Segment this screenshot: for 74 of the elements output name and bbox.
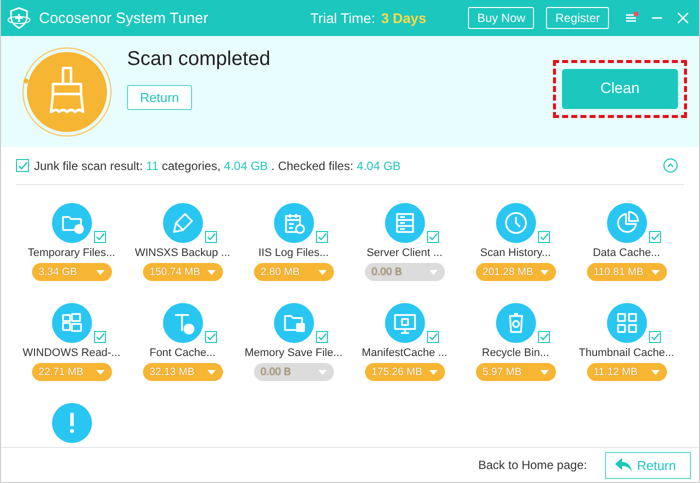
shield-icon bbox=[7, 6, 31, 30]
pie-chart-icon bbox=[606, 203, 646, 243]
category-name: Memory Save File... bbox=[244, 347, 342, 359]
title-button[interactable]: Register bbox=[546, 7, 609, 29]
alert-icon bbox=[52, 403, 92, 443]
category-name: Server Client ... bbox=[366, 247, 442, 259]
caret-icon bbox=[206, 270, 216, 274]
monitor-icon bbox=[384, 303, 424, 343]
category-name: WINDOWS Read-... bbox=[22, 347, 120, 359]
size-dropdown[interactable]: 150.74 MB bbox=[142, 263, 222, 281]
size-dropdown[interactable]: 3.34 GB bbox=[32, 263, 112, 281]
size-dropdown[interactable]: 2.80 MB bbox=[254, 263, 334, 281]
checkbox[interactable] bbox=[94, 231, 106, 243]
size-dropdown[interactable]: 5.97 MB bbox=[476, 363, 556, 381]
caret-icon bbox=[540, 270, 548, 274]
caret-icon bbox=[318, 370, 326, 374]
clean-button[interactable]: Clean bbox=[562, 68, 678, 108]
checkbox[interactable] bbox=[316, 231, 328, 243]
checkbox[interactable] bbox=[204, 331, 216, 343]
checkbox[interactable] bbox=[538, 331, 550, 343]
return-button[interactable]: Return bbox=[604, 452, 691, 478]
caret-icon bbox=[650, 270, 660, 274]
window-title: Cocosenor System Tuner bbox=[39, 10, 208, 26]
checkbox[interactable] bbox=[204, 231, 216, 243]
category-name: Font Cache... bbox=[149, 347, 216, 359]
caret-icon bbox=[318, 270, 326, 274]
grid-icon bbox=[606, 303, 646, 343]
checkbox[interactable] bbox=[16, 159, 29, 172]
caret-icon bbox=[428, 370, 438, 374]
category-name: Thumbnail Cache... bbox=[578, 347, 674, 359]
caret-icon bbox=[96, 270, 104, 274]
server-icon bbox=[384, 203, 424, 243]
scan-summary: Junk file scan result: 11 categories, 4.04 GB . Checked files: 4.04 GB bbox=[34, 158, 402, 172]
size-dropdown[interactable]: 22.71 MB bbox=[32, 363, 112, 381]
close-icon[interactable] bbox=[675, 10, 691, 26]
folder-icon bbox=[52, 203, 92, 243]
category-name: WINSXS Backup ... bbox=[134, 247, 230, 259]
category-name: Data Cache... bbox=[592, 247, 660, 259]
font-icon bbox=[162, 303, 202, 343]
caret-icon bbox=[428, 270, 438, 274]
calendar-icon bbox=[274, 203, 314, 243]
trial-label: Trial Time: bbox=[310, 10, 376, 26]
checkbox[interactable] bbox=[426, 331, 438, 343]
checkbox[interactable] bbox=[648, 331, 660, 343]
size-dropdown[interactable]: 201.28 MB bbox=[476, 263, 556, 281]
caret-icon bbox=[540, 370, 548, 374]
back-home-label: Back to Home page: bbox=[478, 458, 587, 472]
title-button[interactable]: Buy Now bbox=[468, 7, 534, 29]
size-dropdown[interactable]: 11.12 MB bbox=[586, 363, 666, 381]
back-arrow-icon bbox=[614, 457, 634, 473]
windows-icon bbox=[52, 303, 92, 343]
caret-icon bbox=[206, 370, 216, 374]
brush-icon bbox=[162, 203, 202, 243]
clock-icon bbox=[496, 203, 536, 243]
return-button[interactable]: Return bbox=[127, 85, 192, 110]
trial-value: 3 Days bbox=[381, 10, 426, 26]
size-dropdown[interactable]: 110.81 MB bbox=[586, 263, 666, 281]
checkbox[interactable] bbox=[648, 231, 660, 243]
category-name: Scan History... bbox=[480, 247, 551, 259]
folder-icon bbox=[274, 303, 314, 343]
category-name: Recycle Bin... bbox=[482, 347, 550, 359]
caret-icon bbox=[96, 370, 104, 374]
caret-icon bbox=[650, 370, 660, 374]
broom-icon bbox=[21, 46, 113, 138]
scan-status: Scan completed bbox=[127, 48, 270, 71]
size-dropdown[interactable]: 175.26 MB bbox=[364, 363, 444, 381]
category-name: ManifestCache ... bbox=[362, 347, 448, 359]
checkbox[interactable] bbox=[94, 331, 106, 343]
size-dropdown[interactable]: 32.13 MB bbox=[142, 363, 222, 381]
collapse-icon[interactable] bbox=[663, 158, 678, 173]
category-name: Temporary Files... bbox=[28, 247, 116, 259]
trash-icon bbox=[496, 303, 536, 343]
category-name: IIS Log Files... bbox=[258, 247, 329, 259]
checkbox[interactable] bbox=[538, 231, 550, 243]
